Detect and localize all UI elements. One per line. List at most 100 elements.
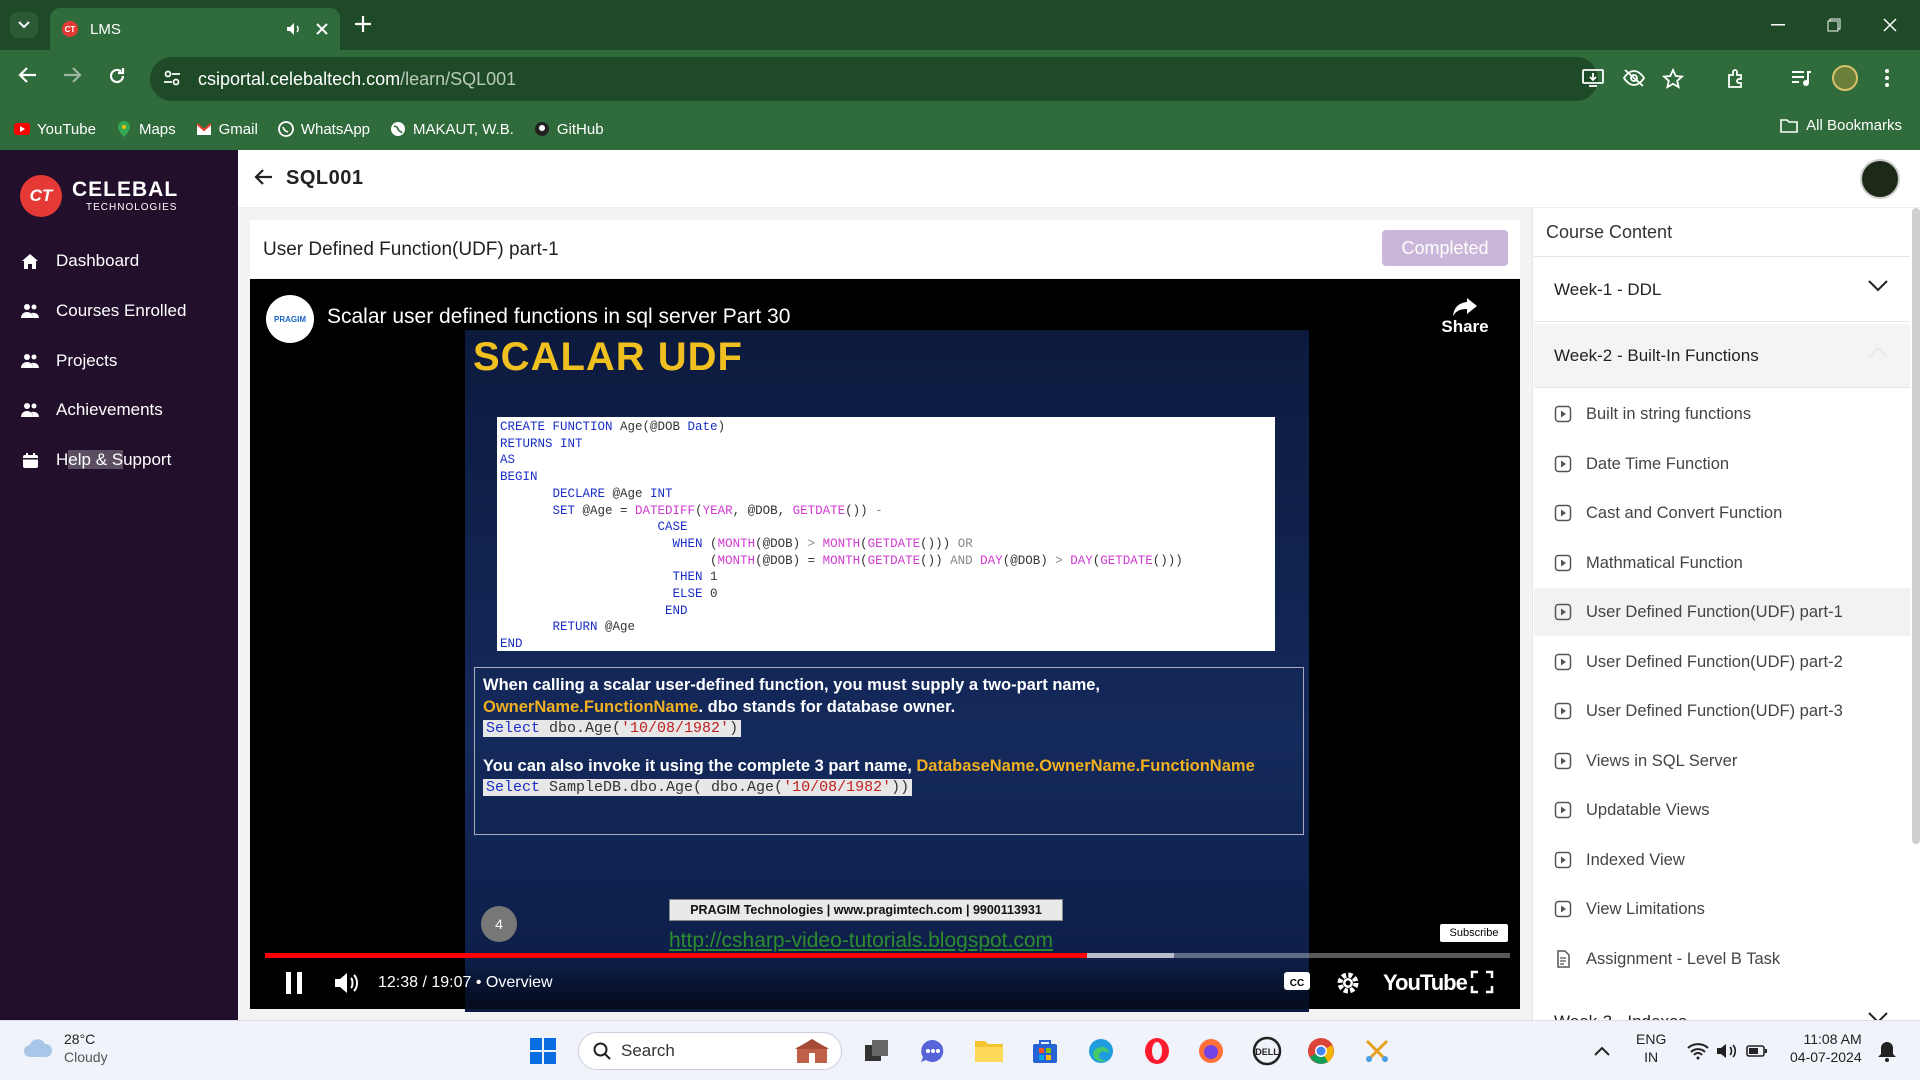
- subscribe-watermark[interactable]: Subscribe: [1440, 924, 1508, 942]
- tab-search-button[interactable]: [10, 12, 38, 38]
- site-settings-icon[interactable]: [162, 68, 182, 88]
- taskbar-search[interactable]: Search: [578, 1032, 842, 1070]
- bookmark-gmail[interactable]: Gmail: [195, 120, 258, 138]
- forward-arrow-icon[interactable]: [62, 66, 82, 84]
- new-tab-button[interactable]: [352, 13, 374, 35]
- weather-widget[interactable]: 28°C Cloudy: [22, 1030, 108, 1066]
- task-view-icon[interactable]: [860, 1034, 894, 1068]
- course-item-label: Views in SQL Server: [1586, 751, 1738, 770]
- minimize-button[interactable]: [1748, 0, 1808, 50]
- play-icon: [1554, 554, 1572, 572]
- browser-tab[interactable]: CT LMS: [50, 8, 340, 50]
- bookmark-label: YouTube: [37, 120, 96, 138]
- volume-button[interactable]: [333, 970, 361, 996]
- star-icon[interactable]: [1662, 68, 1684, 90]
- fullscreen-icon: [1470, 970, 1494, 994]
- sidebar-item-projects[interactable]: Projects: [20, 351, 117, 371]
- install-app-icon[interactable]: [1582, 68, 1604, 88]
- bookmark-whatsapp[interactable]: WhatsApp: [277, 121, 370, 138]
- course-item[interactable]: User Defined Function(UDF) part-2: [1534, 638, 1910, 686]
- share-button[interactable]: Share: [1440, 297, 1490, 337]
- close-tab-icon[interactable]: [316, 23, 328, 35]
- users-icon: [20, 400, 40, 420]
- course-panel-scrollbar[interactable]: [1912, 208, 1920, 844]
- channel-avatar[interactable]: PRAGIM: [266, 295, 314, 343]
- course-item[interactable]: Updatable Views: [1534, 786, 1910, 834]
- course-item[interactable]: Indexed View: [1534, 836, 1910, 884]
- bookmark-youtube[interactable]: YouTube: [14, 121, 96, 138]
- course-item-label: Date Time Function: [1586, 454, 1730, 473]
- windows-start-button[interactable]: [526, 1034, 560, 1068]
- course-item-label: User Defined Function(UDF) part-3: [1586, 701, 1843, 720]
- back-arrow-icon[interactable]: [254, 168, 274, 186]
- fullscreen-button[interactable]: [1470, 970, 1494, 994]
- media-control-icon[interactable]: [1790, 68, 1812, 88]
- slide-text: . dbo stands for database owner.: [698, 698, 956, 716]
- sidebar-item-courses-enrolled[interactable]: Courses Enrolled: [20, 301, 186, 321]
- play-icon: [1554, 752, 1572, 770]
- close-window-button[interactable]: [1860, 0, 1920, 50]
- completed-button[interactable]: Completed: [1382, 230, 1508, 266]
- edge-icon[interactable]: [1084, 1034, 1118, 1068]
- course-item[interactable]: Cast and Convert Function: [1534, 489, 1910, 537]
- all-bookmarks-label: All Bookmarks: [1806, 117, 1902, 134]
- cloud-icon: [22, 1037, 54, 1059]
- chat-app-icon[interactable]: [916, 1034, 950, 1068]
- bookmark-github[interactable]: GitHub: [534, 121, 604, 138]
- sidebar-item-achievements[interactable]: Achievements: [20, 400, 163, 420]
- course-item-label: Mathmatical Function: [1586, 553, 1743, 572]
- video-progress-bar[interactable]: [265, 953, 1510, 958]
- week-1-accordion[interactable]: Week-1 - DDL: [1534, 258, 1910, 322]
- notification-bell-icon[interactable]: [1870, 1034, 1904, 1068]
- settings-button[interactable]: [1335, 970, 1361, 996]
- captions-button[interactable]: CC: [1283, 970, 1311, 992]
- restore-button[interactable]: [1804, 0, 1864, 50]
- chevron-up-icon[interactable]: [1585, 1034, 1619, 1068]
- sidebar-item-dashboard[interactable]: Dashboard: [20, 251, 139, 271]
- eye-off-icon[interactable]: [1622, 68, 1646, 88]
- bookmark-makaut[interactable]: MAKAUT, W.B.: [390, 121, 514, 138]
- play-icon: [1554, 653, 1572, 671]
- course-item[interactable]: Built in string functions: [1534, 390, 1910, 438]
- sidebar-item-help-support[interactable]: Help & Support: [20, 450, 171, 470]
- celebal-logo[interactable]: CT CELEBAL TECHNOLOGIES: [20, 175, 178, 217]
- video-title[interactable]: Scalar user defined functions in sql ser…: [327, 305, 790, 329]
- course-item[interactable]: User Defined Function(UDF) part-3: [1534, 687, 1910, 735]
- youtube-logo[interactable]: YouTube: [1383, 970, 1468, 996]
- language-indicator[interactable]: ENG IN: [1636, 1030, 1666, 1066]
- play-icon: [1554, 702, 1572, 720]
- course-item[interactable]: View Limitations: [1534, 885, 1910, 933]
- extensions-icon[interactable]: [1725, 68, 1747, 90]
- course-item[interactable]: User Defined Function(UDF) part-1: [1534, 588, 1910, 636]
- battery-icon[interactable]: [1740, 1034, 1774, 1068]
- chrome-icon[interactable]: [1304, 1034, 1338, 1068]
- chevron-down-icon: [18, 21, 30, 29]
- firefox-icon[interactable]: [1194, 1034, 1228, 1068]
- store-icon[interactable]: [1028, 1034, 1062, 1068]
- clock[interactable]: 11:08 AM 04-07-2024: [1790, 1030, 1862, 1066]
- course-item[interactable]: Date Time Function: [1534, 440, 1910, 488]
- dell-icon[interactable]: DELL: [1250, 1034, 1284, 1068]
- speaker-icon[interactable]: [286, 22, 302, 36]
- bookmark-maps[interactable]: Maps: [116, 121, 176, 138]
- course-item[interactable]: Assignment - Level B Task: [1534, 935, 1910, 983]
- url-bar[interactable]: csiportal.celebaltech.com/learn/SQL001: [150, 57, 1598, 101]
- pause-button[interactable]: [283, 970, 305, 996]
- volume-icon[interactable]: [1710, 1034, 1744, 1068]
- course-item[interactable]: Views in SQL Server: [1534, 737, 1910, 785]
- snipping-tool-icon[interactable]: [1360, 1034, 1394, 1068]
- more-options-icon[interactable]: [1884, 68, 1890, 88]
- course-item[interactable]: Mathmatical Function: [1534, 539, 1910, 587]
- back-arrow-icon[interactable]: [18, 66, 38, 84]
- user-avatar[interactable]: [1860, 159, 1900, 199]
- slide-text-highlight: OwnerName.FunctionName: [483, 698, 699, 716]
- slide-explanation-box: When calling a scalar user-defined funct…: [474, 667, 1304, 835]
- search-icon: [593, 1042, 611, 1060]
- file-explorer-icon[interactable]: [972, 1034, 1006, 1068]
- reload-icon[interactable]: [107, 66, 127, 86]
- all-bookmarks-button[interactable]: All Bookmarks: [1780, 117, 1902, 134]
- opera-icon[interactable]: [1140, 1034, 1174, 1068]
- week-2-accordion[interactable]: Week-2 - Built-In Functions: [1534, 324, 1910, 388]
- profile-avatar[interactable]: [1832, 65, 1858, 91]
- bookmark-label: Gmail: [218, 120, 258, 138]
